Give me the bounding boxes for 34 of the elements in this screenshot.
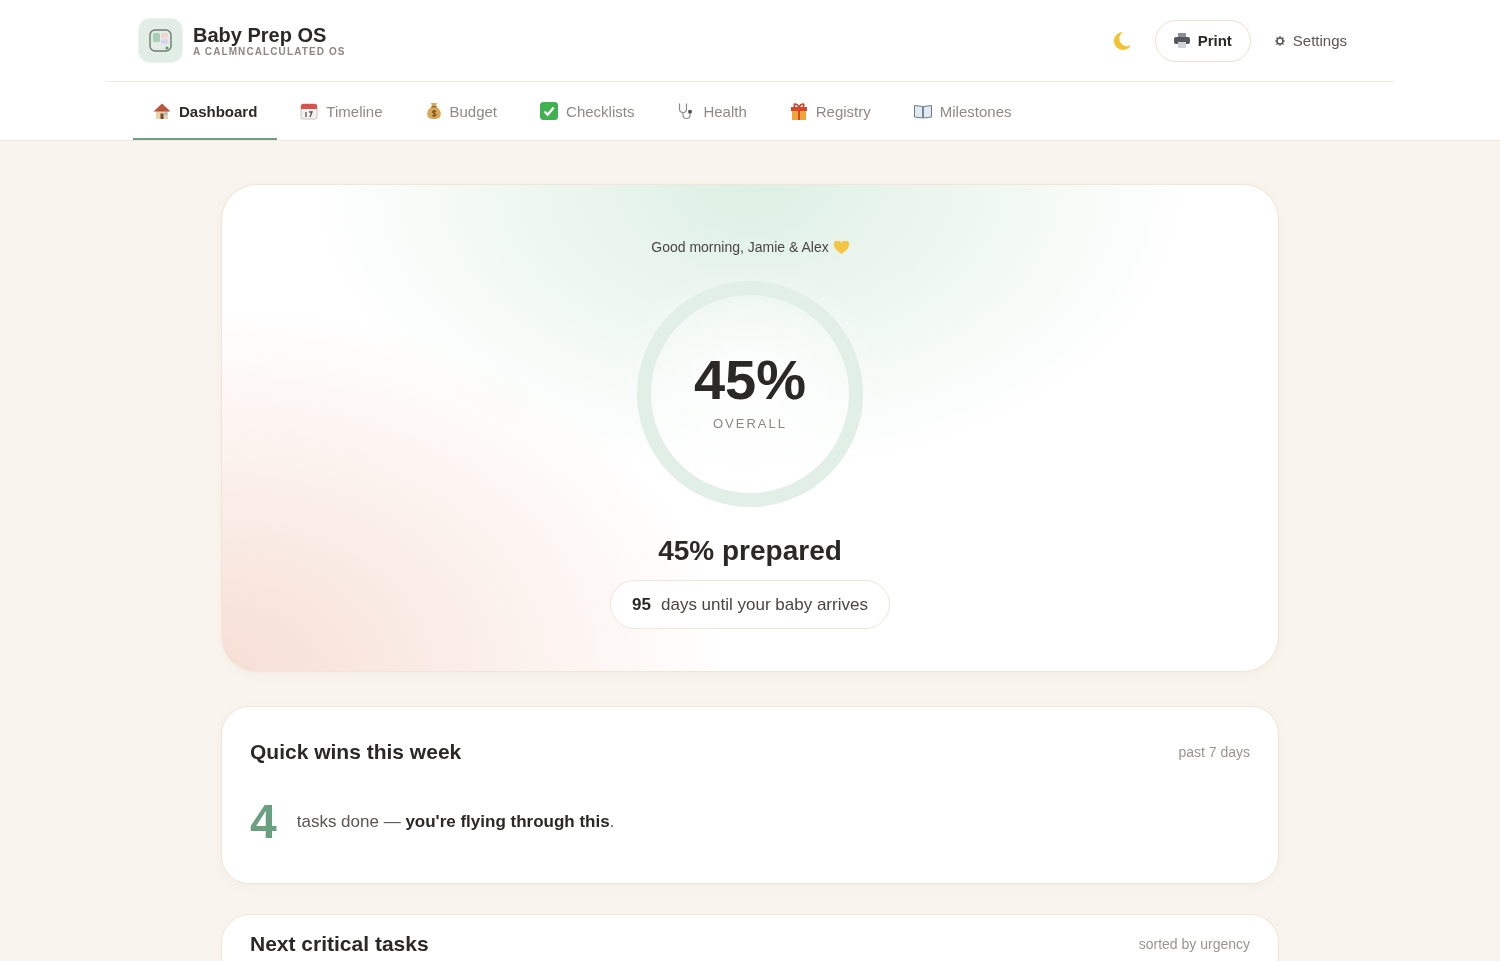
settings-link[interactable]: Settings	[1274, 32, 1347, 49]
house-icon	[153, 102, 171, 120]
days-count: 95	[632, 594, 651, 615]
tasks-message: tasks done — you're flying through this.	[296, 812, 615, 832]
nav-tab[interactable]: Timeline	[280, 82, 403, 140]
nav-tab[interactable]: Health	[657, 82, 767, 140]
card-title: Quick wins this week	[250, 739, 462, 765]
logo-icon	[139, 19, 182, 62]
calendar-icon	[300, 102, 319, 120]
countdown-text: days until your baby arrives	[661, 594, 868, 615]
printer-icon	[1173, 33, 1190, 48]
overall-percent: 45%	[693, 350, 807, 410]
nav-tab[interactable]: Dashboard	[133, 82, 278, 140]
checkmark-icon	[540, 102, 559, 120]
gear-icon	[1274, 35, 1285, 46]
app-title: Baby Prep OS	[193, 23, 328, 46]
print-button[interactable]: Print	[1154, 19, 1251, 62]
moon-icon[interactable]	[1111, 30, 1132, 51]
period-label: past 7 days	[1178, 743, 1250, 762]
greeting-text: Good morning, Jamie & Alex	[651, 238, 829, 256]
nav-tab[interactable]: Milestones	[893, 82, 1032, 140]
prepared-heading: 45% prepared	[658, 535, 842, 567]
gift-icon	[789, 102, 808, 120]
heart-icon	[833, 240, 849, 254]
money-bag-icon	[425, 102, 442, 120]
nav-tab[interactable]: Registry	[769, 82, 891, 140]
nav-tab[interactable]: Budget	[405, 82, 518, 140]
sort-label: sorted by urgency	[1138, 935, 1250, 954]
card-title: Next critical tasks	[250, 931, 429, 957]
tasks-count: 4	[250, 797, 277, 847]
nav-tab[interactable]: Checklists	[520, 82, 655, 140]
overall-label: OVERALL	[713, 416, 787, 432]
book-icon	[913, 103, 932, 119]
app-subtitle: A CALMNCALCULATED OS	[193, 45, 346, 58]
